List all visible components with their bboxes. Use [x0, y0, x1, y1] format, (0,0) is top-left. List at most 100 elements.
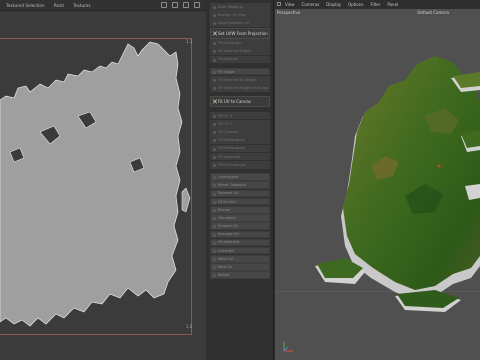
- tool-bullet-icon: [213, 123, 216, 127]
- move-icon[interactable]: [161, 2, 167, 8]
- tool-bullet-icon: [213, 176, 216, 180]
- tool-label: Fit Selected: [218, 240, 239, 245]
- tool-label: Fit to Grid: [218, 199, 236, 204]
- menu-textured-selection[interactable]: Textured Selection: [6, 3, 45, 8]
- tool-button-13[interactable]: Fit Cylinder: [210, 128, 270, 136]
- tool-button-23[interactable]: Transform: [210, 214, 270, 222]
- tool-button-1[interactable]: Realign UV Map: [210, 11, 270, 19]
- tool-label: Relaxed UV: [218, 191, 239, 196]
- tool-bullet-icon: [213, 200, 216, 204]
- tool-button-16[interactable]: Fit Spherical: [210, 152, 270, 161]
- tool-bullet-icon: [213, 192, 216, 196]
- tool-bullet-icon: [213, 50, 216, 54]
- menu-textures[interactable]: Textures: [73, 3, 91, 8]
- tool-bullet-icon: [213, 184, 216, 188]
- uv-editor-panel: Textured Selection Paint Textures 1.1 1.…: [0, 0, 206, 360]
- tool-button-7[interactable]: Fit Shape: [210, 67, 270, 76]
- tool-button-14[interactable]: Fit Rectangular: [210, 136, 270, 145]
- uv-island-map[interactable]: [0, 12, 206, 360]
- tool-button-22[interactable]: Pinned: [210, 205, 270, 214]
- tool-label: Rotate: [218, 273, 230, 278]
- tool-bullet-icon: [213, 258, 216, 262]
- tool-button-4[interactable]: Fit Rectangle: [210, 39, 270, 47]
- tool-bullet-icon: [213, 131, 216, 135]
- layout-icon[interactable]: [277, 2, 281, 6]
- menu-filter[interactable]: Filter: [370, 2, 380, 7]
- tool-bullet-icon: [213, 87, 216, 91]
- tool-bullet-icon: [213, 58, 216, 62]
- tool-label: Fit Rectangle: [218, 40, 242, 45]
- tool-label: Fit UV to Canvas: [218, 99, 251, 105]
- tool-label: Fit Rectangular: [218, 146, 246, 151]
- tool-label: Transform: [218, 215, 236, 220]
- tool-button-6[interactable]: Fit Mirrored: [210, 55, 270, 64]
- zoom-icon[interactable]: [172, 2, 178, 8]
- tool-bullet-icon: [213, 164, 216, 167]
- viewport-camera-name[interactable]: Default Camera: [417, 10, 449, 15]
- tool-bullet-icon: [213, 78, 216, 82]
- set-uvw-from-projection-button[interactable]: ✕ Set UVW From Projection: [210, 27, 270, 39]
- tool-bullet-icon: [213, 225, 216, 229]
- tool-bullet-icon: [213, 274, 216, 278]
- tool-button-12[interactable]: Fit UV Y: [210, 120, 270, 128]
- fit-uv-to-canvas-button[interactable]: ✕ Fit UV to Canvas: [210, 96, 270, 108]
- tool-bullet-icon: [213, 233, 216, 237]
- tool-bullet-icon: [213, 208, 216, 212]
- tool-button-25[interactable]: Average UV: [210, 230, 270, 239]
- uv-canvas[interactable]: 1.1 1.0: [0, 12, 206, 360]
- tool-button-9[interactable]: Fit Selected Edges to Shape: [210, 84, 270, 92]
- tool-button-15[interactable]: Fit Rectangular: [210, 144, 270, 153]
- tool-label: Pack UV: [218, 265, 233, 270]
- tool-label: Fit Rectangular: [218, 138, 246, 143]
- tool-button-26[interactable]: Fit Selected: [210, 238, 270, 247]
- menu-panel[interactable]: Panel: [387, 2, 398, 7]
- tool-button-2[interactable]: Align Random UV: [210, 19, 270, 27]
- tool-label: Weld UV: [218, 256, 234, 261]
- tool-label: Align Random UV: [218, 21, 250, 26]
- tool-bullet-icon: [213, 139, 216, 143]
- application-window: Textured Selection Paint Textures 1.1 1.…: [0, 0, 480, 360]
- tool-label: Smooth UV: [218, 224, 239, 229]
- menu-cameras[interactable]: Cameras: [302, 2, 320, 7]
- tool-label: Fit UV X: [218, 113, 233, 118]
- terrain-model[interactable]: [275, 16, 480, 360]
- tool-button-0[interactable]: Auto Mapping: [210, 3, 270, 11]
- tool-label: Fit Mirrored: [218, 57, 239, 62]
- tool-button-17[interactable]: Fit Flat Camera: [210, 161, 270, 169]
- menu-display[interactable]: Display: [326, 2, 341, 7]
- tool-button-20[interactable]: Relaxed UV: [210, 189, 270, 198]
- tool-button-21[interactable]: Fit to Grid: [210, 197, 270, 206]
- tool-button-11[interactable]: Fit UV X: [210, 111, 270, 120]
- tool-label: Average UV: [218, 232, 239, 237]
- uv-toolbar-icons: [161, 2, 200, 8]
- tool-bullet-icon: [213, 241, 216, 245]
- tool-button-18[interactable]: Unwrapped: [210, 173, 270, 181]
- viewport-menubar: View Cameras Display Options Filter Pane…: [275, 0, 480, 9]
- tool-button-27[interactable]: Untangle: [210, 246, 270, 255]
- tool-label: Fit Selected Edges: [218, 49, 251, 54]
- tool-button-28[interactable]: Weld UV: [210, 255, 270, 263]
- tool-bullet-icon: [213, 6, 216, 9]
- tool-label: Set UVW From Projection: [218, 30, 268, 36]
- frame-icon[interactable]: [183, 2, 189, 8]
- tool-label: Fit Flat Camera: [218, 162, 246, 167]
- menu-options[interactable]: Options: [348, 2, 363, 7]
- tool-bullet-icon: [213, 22, 216, 26]
- tool-button-30[interactable]: Rotate: [210, 271, 270, 280]
- tool-label: Fit Selected to Shape: [218, 77, 257, 82]
- tool-bullet-icon: [213, 249, 216, 253]
- tool-label: Fit Spherical: [218, 154, 241, 159]
- uv-editor-menubar: Textured Selection Paint Textures: [0, 0, 206, 11]
- menu-paint[interactable]: Paint: [54, 3, 64, 8]
- tool-button-5[interactable]: Fit Selected Edges: [210, 47, 270, 55]
- menu-view[interactable]: View: [285, 2, 295, 7]
- tool-button-19[interactable]: Mirror Opposite: [210, 181, 270, 189]
- tool-button-24[interactable]: Smooth UV: [210, 222, 270, 230]
- viewport-canvas[interactable]: [275, 16, 480, 360]
- tool-label: Realign UV Map: [218, 12, 247, 17]
- tool-button-29[interactable]: Pack UV: [210, 263, 270, 271]
- viewport-toolbar-icons: [277, 2, 281, 6]
- uv-command-icon: ✕: [212, 29, 218, 38]
- tool-button-8[interactable]: Fit Selected to Shape: [210, 75, 270, 84]
- maximize-icon[interactable]: [194, 2, 200, 8]
